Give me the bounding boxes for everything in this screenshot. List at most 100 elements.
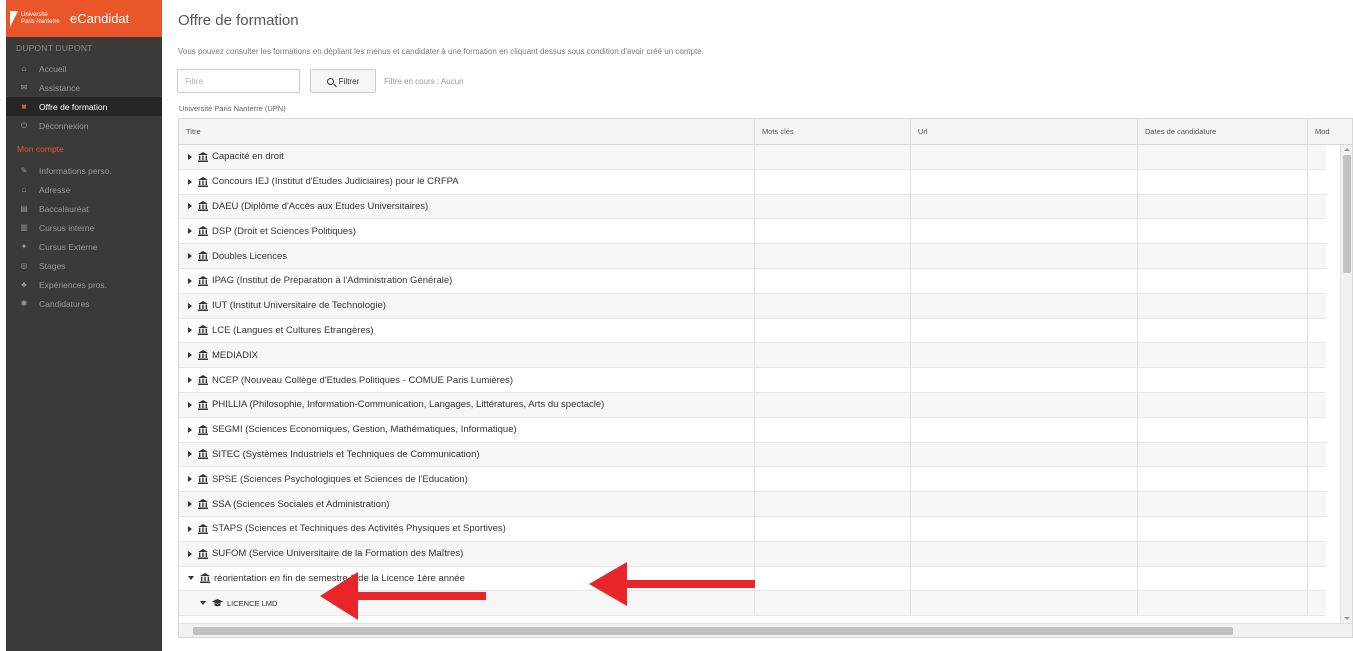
url-cell	[911, 318, 1138, 343]
sidebar-item-stages[interactable]: ◎ Stages	[6, 256, 162, 275]
sidebar-item-candidatures[interactable]: ✱ Candidatures	[6, 294, 162, 313]
mod-cell	[1308, 195, 1326, 219]
row-title: DSP (Droit et Sciences Politiques)	[212, 225, 356, 237]
expand-triangle-icon[interactable]	[188, 451, 192, 458]
logo-line-2: Paris Nanterre	[21, 18, 60, 25]
expand-triangle-icon[interactable]	[188, 302, 192, 309]
expand-triangle-icon[interactable]	[188, 476, 192, 483]
expand-triangle-icon[interactable]	[188, 277, 192, 284]
keywords-cell	[755, 492, 911, 516]
expand-triangle-icon[interactable]	[188, 228, 192, 235]
brand-header[interactable]: Université Paris Nanterre eCandidat	[6, 0, 162, 37]
keywords-cell	[755, 244, 911, 268]
pencil-icon: ✎	[20, 166, 28, 175]
keywords-cell	[755, 516, 911, 541]
expand-triangle-icon[interactable]	[188, 377, 192, 384]
sidebar-item-label: Expériences pros.	[39, 279, 108, 290]
sidebar-item-label: Accueil	[39, 63, 67, 74]
sidebar-item-informations-perso[interactable]: ✎ Informations perso.	[6, 161, 162, 180]
table-row[interactable]: DAEU (Diplôme d'Accès aux Etudes Univers…	[179, 194, 1326, 220]
mod-cell	[1308, 170, 1326, 194]
collapse-triangle-icon[interactable]	[188, 576, 194, 581]
table-row[interactable]: SSA (Sciences Sociales et Administration…	[179, 492, 1326, 517]
sidebar-item-experiences-pros[interactable]: ♣ Expériences pros.	[6, 275, 162, 294]
column-header-dates[interactable]: Dates de candidature	[1138, 119, 1308, 145]
row-title: Doubles Licences	[212, 250, 287, 262]
sidebar-item-cursus-externe[interactable]: ✦ Cursus Externe	[6, 237, 162, 256]
sidebar-item-baccalaureat[interactable]: ▤ Baccalauréat	[6, 199, 162, 218]
url-cell	[911, 442, 1138, 467]
offer-icon: ■	[21, 102, 27, 111]
column-header-url[interactable]: Url	[911, 119, 1138, 145]
keywords-cell	[755, 392, 911, 417]
expand-triangle-icon[interactable]	[188, 550, 192, 557]
table-row[interactable]: PHILLIA (Philosophie, Information-Commun…	[179, 392, 1326, 418]
vertical-scroll-thumb[interactable]	[1343, 155, 1351, 273]
table-row[interactable]: IPAG (Institut de Préparation à l'Admini…	[179, 268, 1326, 294]
url-cell	[911, 219, 1138, 244]
filter-button[interactable]: Filtrer	[310, 69, 376, 93]
row-title: LCE (Langues et Cultures Etrangères)	[212, 324, 374, 336]
expand-triangle-icon[interactable]	[188, 153, 192, 160]
horizontal-scroll-thumb[interactable]	[193, 627, 1233, 635]
annotation-arrow-left	[320, 572, 486, 620]
scroll-up-arrow-icon[interactable]	[1344, 148, 1350, 151]
institution-icon	[198, 548, 208, 559]
keywords-cell	[755, 541, 911, 566]
sidebar-item-accueil[interactable]: ⌂ Accueil	[6, 59, 162, 78]
row-title: SITEC (Systèmes Industriels et Technique…	[212, 448, 480, 460]
mod-cell	[1308, 517, 1326, 541]
horizontal-scrollbar[interactable]	[179, 623, 1352, 637]
url-cell	[911, 343, 1138, 368]
dates-cell	[1138, 244, 1308, 268]
table-body: Capacité en droit Concours IEJ (Institut…	[179, 145, 1326, 623]
scroll-down-arrow-icon[interactable]	[1344, 617, 1350, 620]
institution-icon	[198, 499, 208, 510]
table-row[interactable]: MEDIADIX	[179, 343, 1326, 369]
url-cell	[911, 417, 1138, 442]
expand-triangle-icon[interactable]	[188, 178, 192, 185]
institution-icon	[198, 375, 208, 386]
institution-icon	[198, 424, 208, 435]
table-row[interactable]: Concours IEJ (Institut d'Etudes Judiciai…	[179, 169, 1326, 195]
table-row[interactable]: SPSE (Sciences Psychologiques et Science…	[179, 467, 1326, 493]
intro-text: Vous pouvez consulter les formations en …	[178, 47, 704, 56]
column-header-mod[interactable]: Mod	[1308, 119, 1352, 145]
table-row[interactable]: Doubles Licences	[179, 244, 1326, 269]
sidebar-item-label: Adresse	[39, 184, 71, 195]
expand-triangle-icon[interactable]	[188, 401, 192, 408]
table-row[interactable]: DSP (Droit et Sciences Politiques)	[179, 219, 1326, 245]
table-row[interactable]: SITEC (Systèmes Industriels et Technique…	[179, 442, 1326, 468]
url-cell	[911, 145, 1138, 169]
expand-triangle-icon[interactable]	[188, 253, 192, 260]
sidebar-item-offre-de-formation[interactable]: ■ Offre de formation	[6, 97, 162, 116]
table-row[interactable]: NCEP (Nouveau Collège d'Etudes Politique…	[179, 368, 1326, 393]
row-title: STAPS (Sciences et Techniques des Activi…	[212, 523, 506, 535]
keywords-cell	[755, 467, 911, 492]
column-header-titre[interactable]: Titre	[179, 119, 755, 145]
vertical-scrollbar[interactable]	[1340, 145, 1352, 623]
table-row[interactable]: SEGMI (Sciences Economiques, Gestion, Ma…	[179, 417, 1326, 443]
filter-input[interactable]	[177, 69, 300, 93]
expand-triangle-icon[interactable]	[188, 203, 192, 210]
sidebar-item-assistance[interactable]: ✉ Assistance	[6, 78, 162, 97]
column-header-mots-cles[interactable]: Mots clés	[755, 119, 911, 145]
table-row[interactable]: IUT (Institut Universitaire de Technolog…	[179, 293, 1326, 319]
mod-cell	[1308, 244, 1326, 268]
sidebar-item-adresse[interactable]: ⌂ Adresse	[6, 180, 162, 199]
sidebar-item-deconnexion[interactable]: ⏻ Déconnexion	[6, 116, 162, 135]
expand-triangle-icon[interactable]	[188, 327, 192, 334]
table-row[interactable]: LCE (Langues et Cultures Etrangères)	[179, 318, 1326, 344]
table-row[interactable]: STAPS (Sciences et Techniques des Activi…	[179, 516, 1326, 542]
collapse-triangle-icon[interactable]	[200, 601, 206, 606]
institution-icon	[198, 474, 208, 485]
expand-triangle-icon[interactable]	[188, 525, 192, 532]
table-row[interactable]: Capacité en droit	[179, 145, 1326, 170]
app-name: eCandidat	[70, 11, 130, 26]
sidebar-item-cursus-interne[interactable]: ▥ Cursus interne	[6, 218, 162, 237]
expand-triangle-icon[interactable]	[188, 426, 192, 433]
mod-cell	[1308, 542, 1326, 566]
dates-cell	[1138, 268, 1308, 293]
expand-triangle-icon[interactable]	[188, 501, 192, 508]
expand-triangle-icon[interactable]	[188, 352, 192, 359]
